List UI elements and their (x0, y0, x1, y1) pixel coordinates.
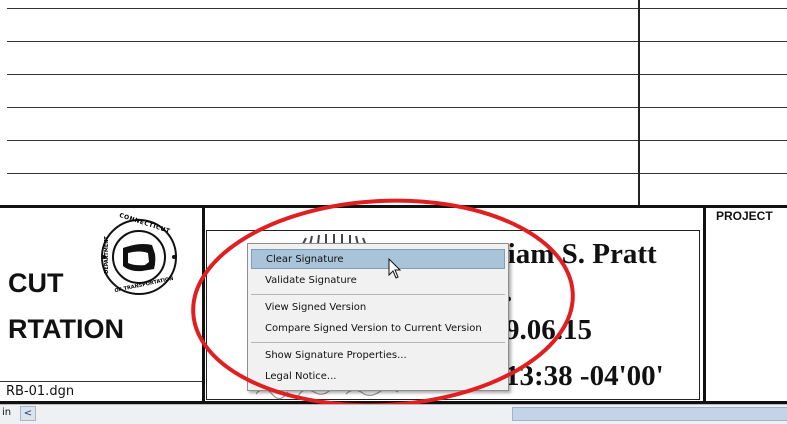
chevron-left-icon: < (23, 408, 33, 419)
scrollbar-thumb[interactable] (512, 407, 787, 421)
filename-label: RB-01.dgn (6, 384, 75, 399)
annotation-circle (188, 196, 578, 410)
scroll-left-button[interactable]: < (20, 406, 36, 421)
horizontal-scrollbar[interactable]: in < (0, 404, 787, 424)
dot-seal-icon: CONNECTICUT DEPARTMENT OF TRANSPORTATION (100, 212, 178, 296)
units-label: in (2, 407, 12, 418)
project-label: PROJECT (716, 209, 773, 223)
seal-left-text: DEPARTMENT (103, 236, 110, 274)
title-text-line1: CUT (8, 268, 64, 298)
title-block-divider-right (703, 205, 706, 405)
title-text-line2: RTATION (8, 314, 124, 344)
filename-divider (0, 381, 202, 382)
